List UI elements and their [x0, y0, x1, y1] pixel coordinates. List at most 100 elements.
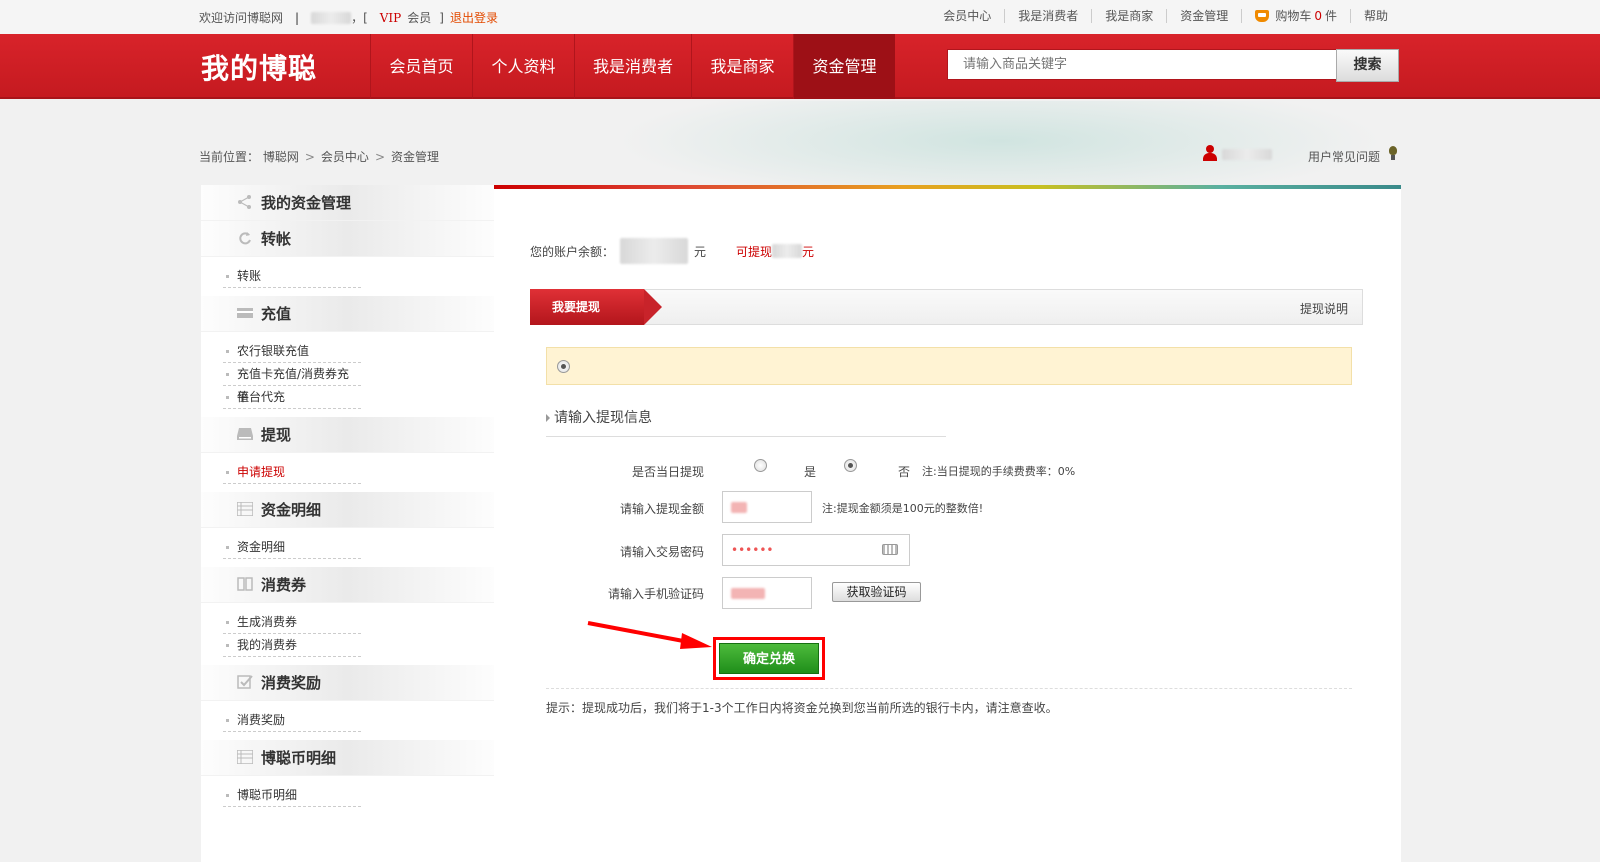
sidebar-section-transfer[interactable]: 转帐: [201, 221, 494, 257]
member-label: 会员: [407, 11, 432, 25]
tab-bar: 我要提现 提现说明: [530, 289, 1363, 325]
withdrawable-label: 可提现: [736, 244, 773, 259]
confirm-exchange-button[interactable]: 确定兑换: [719, 643, 819, 674]
breadcrumb-sep: >: [374, 150, 385, 164]
cart-link[interactable]: 购物车 0 件: [1242, 9, 1351, 23]
header: 我的博聪 会员首页 个人资料 我是消费者 我是商家 资金管理 搜索: [0, 34, 1600, 99]
sidebar-section-fund-detail[interactable]: 资金明细: [201, 492, 494, 528]
book-icon: [237, 577, 253, 591]
sidebar-item-transfer[interactable]: 转账: [223, 265, 361, 288]
same-day-yes-label: 是: [804, 465, 817, 479]
breadcrumb-label: 当前位置：: [199, 150, 260, 164]
sidebar-section-reward[interactable]: 消费奖励: [201, 665, 494, 701]
main-nav: 会员首页 个人资料 我是消费者 我是商家 资金管理: [370, 34, 895, 99]
same-day-yes-radio[interactable]: [754, 459, 767, 472]
cart-label: 购物车: [1275, 9, 1312, 23]
withdrawable-value-blurred: [772, 244, 803, 258]
balance-unit: 元: [694, 244, 707, 259]
sidebar-section-coupon[interactable]: 消费券: [201, 567, 494, 603]
nav-funds[interactable]: 资金管理: [793, 34, 895, 99]
sidebar-links-coupon: 生成消费券 我的消费券: [201, 603, 494, 665]
red-arrow-annotation: [587, 621, 712, 649]
faq-link[interactable]: 用户常见问题: [1308, 148, 1380, 165]
withdrawable-unit: 元: [802, 244, 815, 259]
form-section-title: 请输入提现信息: [546, 407, 946, 437]
checkbox-icon: [237, 675, 253, 689]
cart-icon: [1255, 10, 1270, 22]
search-box: [947, 49, 1337, 80]
color-strip: [494, 185, 1401, 189]
same-day-fee-note: 注:当日提现的手续费费率：0%: [922, 465, 1076, 478]
same-day-no-label: 否: [898, 465, 911, 479]
divider: [546, 688, 1352, 689]
amount-value-blurred: [731, 502, 747, 513]
welcome-text: 欢迎访问博聪网: [199, 11, 284, 25]
sidebar-links-withdraw: 申请提现: [201, 453, 494, 492]
sidebar-item-fund-detail[interactable]: 资金明细: [223, 536, 361, 559]
breadcrumb-funds[interactable]: 资金管理: [391, 150, 439, 164]
sidebar-item-abc-recharge[interactable]: 农行银联充值: [223, 340, 361, 363]
member-center-link[interactable]: 会员中心: [930, 9, 1006, 23]
keyboard-icon[interactable]: [882, 544, 898, 555]
sms-code-label: 请输入手机验证码: [607, 587, 704, 601]
share-icon: [238, 195, 251, 209]
password-label: 请输入交易密码: [619, 545, 704, 559]
help-link[interactable]: 帮助: [1351, 9, 1388, 23]
bracket-close: ]: [439, 10, 444, 25]
sidebar-item-coin-detail[interactable]: 博聪币明细: [223, 784, 361, 807]
sidebar-section-recharge[interactable]: 充值: [201, 296, 494, 332]
bank-card-radio[interactable]: [557, 360, 570, 373]
sidebar-section-withdraw[interactable]: 提现: [201, 417, 494, 453]
drive-icon: [237, 428, 253, 440]
logout-link[interactable]: 退出登录: [450, 9, 498, 26]
sidebar-section-coin-detail[interactable]: 博聪币明细: [201, 740, 494, 776]
submit-highlight-frame: 确定兑换: [713, 637, 825, 680]
sms-code-value-blurred: [731, 588, 765, 599]
amount-label: 请输入提现金额: [619, 502, 704, 516]
cart-count: 0: [1314, 9, 1322, 23]
main-panel: 您的账户余额： 元 可提现 元 我要提现 提现说明 请输入提现信息 是否当日提现…: [494, 185, 1401, 862]
sidebar-item-apply-withdraw[interactable]: 申请提现: [223, 461, 361, 484]
breadcrumb-home[interactable]: 博聪网: [263, 150, 299, 164]
tab-withdraw[interactable]: 我要提现: [530, 289, 662, 325]
nav-profile[interactable]: 个人资料: [472, 34, 574, 99]
banner: [0, 101, 1600, 186]
top-links: 会员中心 我是消费者 我是商家 资金管理 购物车 0 件 帮助: [930, 9, 1388, 23]
get-code-button[interactable]: 获取验证码: [832, 582, 921, 602]
withdraw-tip: 提示：提现成功后，我们将于1-3个工作日内将资金兑换到您当前所选的银行卡内，请注…: [546, 701, 1058, 715]
breadcrumb-member-center[interactable]: 会员中心: [321, 150, 369, 164]
search-button[interactable]: 搜索: [1336, 49, 1399, 82]
breadcrumb: 当前位置： 博聪网 > 会员中心 > 资金管理: [199, 148, 439, 165]
ledger-icon: [237, 502, 253, 516]
sidebar-links-fund-detail: 资金明细: [201, 528, 494, 567]
balance-value-blurred: [620, 238, 689, 264]
sidebar-item-platform-recharge[interactable]: 平台代充: [223, 386, 361, 409]
funds-link[interactable]: 资金管理: [1167, 9, 1243, 23]
nav-merchant[interactable]: 我是商家: [691, 34, 793, 99]
user-icon: [1203, 145, 1217, 161]
sidebar-links-reward: 消费奖励: [201, 701, 494, 740]
sidebar-links-transfer: 转账: [201, 257, 494, 296]
sidebar-item-my-coupon[interactable]: 我的消费券: [223, 634, 361, 657]
sidebar-item-generate-coupon[interactable]: 生成消费券: [223, 611, 361, 634]
nav-member-home[interactable]: 会员首页: [370, 34, 472, 99]
amount-note: 注:提现金额须是100元的整数倍!: [822, 502, 984, 515]
separator: |: [295, 10, 300, 25]
top-bar: 欢迎访问博聪网 | ，[ VIP 会员 ] 退出登录 会员中心 我是消费者 我是…: [0, 0, 1600, 34]
vip-label: VIP: [379, 10, 402, 25]
sidebar-links-recharge: 农行银联充值 充值卡充值/消费券充值 平台代充: [201, 332, 494, 417]
sidebar-item-card-recharge[interactable]: 充值卡充值/消费券充值: [223, 363, 361, 404]
consumer-link[interactable]: 我是消费者: [1005, 9, 1093, 23]
same-day-no-radio[interactable]: [844, 459, 857, 472]
refresh-icon: [239, 232, 251, 245]
sidebar-title: 我的资金管理: [201, 185, 494, 221]
caret-right-icon: [546, 414, 550, 422]
merchant-link[interactable]: 我是商家: [1092, 9, 1168, 23]
nav-consumer[interactable]: 我是消费者: [574, 34, 691, 99]
welcome-area: 欢迎访问博聪网 | ，[ VIP 会员 ] 退出登录: [199, 9, 498, 26]
sidebar-item-reward[interactable]: 消费奖励: [223, 709, 361, 732]
logo[interactable]: 我的博聪: [201, 47, 317, 87]
withdraw-explanation-link[interactable]: 提现说明: [1300, 300, 1348, 317]
same-day-label: 是否当日提现: [631, 465, 704, 479]
search-input[interactable]: [948, 50, 1336, 79]
